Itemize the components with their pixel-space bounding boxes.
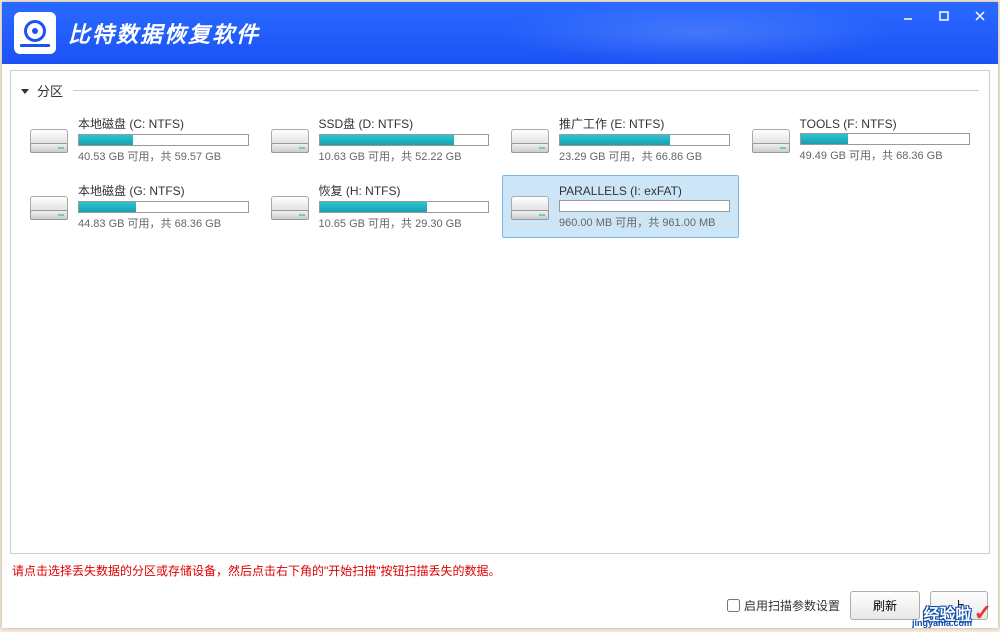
hint-text: 请点击选择丢失数据的分区或存储设备，然后点击右下角的"开始扫描"按钮扫描丢失的数… <box>12 562 501 579</box>
drive-status: 10.63 GB 可用，共 52.22 GB <box>319 148 490 164</box>
footer: 请点击选择丢失数据的分区或存储设备，然后点击右下角的"开始扫描"按钮扫描丢失的数… <box>2 558 998 587</box>
drives-grid: 本地磁盘 (C: NTFS) 40.53 GB 可用，共 59.57 GB SSD盘… <box>21 108 979 238</box>
drive-icon <box>271 125 311 155</box>
drive-item[interactable]: 本地磁盘 (G: NTFS) 44.83 GB 可用，共 68.36 GB <box>21 175 258 238</box>
section-header[interactable]: 分区 <box>21 81 979 100</box>
drive-usage-bar <box>78 201 249 213</box>
drive-label: TOOLS (F: NTFS) <box>800 117 971 131</box>
section-label: 分区 <box>37 81 63 100</box>
app-window: 比特数据恢复软件 分区 本地磁盘 (C: NTFS) 40.53 GB 可用，共 … <box>2 2 998 628</box>
drive-label: 恢复 (H: NTFS) <box>319 182 490 199</box>
refresh-button[interactable]: 刷新 <box>850 591 920 620</box>
drive-status: 10.65 GB 可用，共 29.30 GB <box>319 215 490 231</box>
drive-usage-bar <box>559 200 730 212</box>
drive-item[interactable]: SSD盘 (D: NTFS) 10.63 GB 可用，共 52.22 GB <box>262 108 499 171</box>
drive-status: 40.53 GB 可用，共 59.57 GB <box>78 148 249 164</box>
close-button[interactable] <box>962 2 998 30</box>
content-area: 分区 本地磁盘 (C: NTFS) 40.53 GB 可用，共 59.57 GB S… <box>10 70 990 554</box>
drive-icon <box>752 125 792 155</box>
drive-status: 49.49 GB 可用，共 68.36 GB <box>800 147 971 163</box>
drive-item[interactable]: 恢复 (H: NTFS) 10.65 GB 可用，共 29.30 GB <box>262 175 499 238</box>
drive-item[interactable]: TOOLS (F: NTFS) 49.49 GB 可用，共 68.36 GB <box>743 108 980 171</box>
section-divider <box>73 90 979 91</box>
footer-controls: 启用扫描参数设置 刷新 上 <box>2 587 998 628</box>
app-logo-icon <box>14 12 56 54</box>
drive-status: 44.83 GB 可用，共 68.36 GB <box>78 215 249 231</box>
checkbox-input[interactable] <box>727 599 740 612</box>
drive-label: SSD盘 (D: NTFS) <box>319 115 490 132</box>
drive-info: PARALLELS (I: exFAT) 960.00 MB 可用，共 961.0… <box>559 184 730 230</box>
drive-label: PARALLELS (I: exFAT) <box>559 184 730 198</box>
drive-info: TOOLS (F: NTFS) 49.49 GB 可用，共 68.36 GB <box>800 117 971 163</box>
drive-usage-bar <box>559 134 730 146</box>
collapse-triangle-icon <box>21 89 29 94</box>
window-controls <box>890 2 998 30</box>
drive-info: SSD盘 (D: NTFS) 10.63 GB 可用，共 52.22 GB <box>319 115 490 164</box>
drive-status: 960.00 MB 可用，共 961.00 MB <box>559 214 730 230</box>
drive-icon <box>271 192 311 222</box>
drive-label: 本地磁盘 (C: NTFS) <box>78 115 249 132</box>
drive-icon <box>511 125 551 155</box>
checkbox-label: 启用扫描参数设置 <box>744 597 840 614</box>
drive-item[interactable]: 本地磁盘 (C: NTFS) 40.53 GB 可用，共 59.57 GB <box>21 108 258 171</box>
drive-usage-bar <box>78 134 249 146</box>
app-title: 比特数据恢复软件 <box>68 17 260 49</box>
drive-label: 本地磁盘 (G: NTFS) <box>78 182 249 199</box>
drive-status: 23.29 GB 可用，共 66.86 GB <box>559 148 730 164</box>
drive-label: 推广工作 (E: NTFS) <box>559 115 730 132</box>
drive-icon <box>30 192 70 222</box>
drive-info: 推广工作 (E: NTFS) 23.29 GB 可用，共 66.86 GB <box>559 115 730 164</box>
drive-usage-bar <box>800 133 971 145</box>
drive-icon <box>30 125 70 155</box>
drive-usage-bar <box>319 201 490 213</box>
drive-icon <box>511 192 551 222</box>
titlebar: 比特数据恢复软件 <box>2 2 998 64</box>
maximize-button[interactable] <box>926 2 962 30</box>
minimize-button[interactable] <box>890 2 926 30</box>
drive-info: 本地磁盘 (C: NTFS) 40.53 GB 可用，共 59.57 GB <box>78 115 249 164</box>
drive-usage-bar <box>319 134 490 146</box>
drive-info: 本地磁盘 (G: NTFS) 44.83 GB 可用，共 68.36 GB <box>78 182 249 231</box>
drive-info: 恢复 (H: NTFS) 10.65 GB 可用，共 29.30 GB <box>319 182 490 231</box>
enable-scan-params-checkbox[interactable]: 启用扫描参数设置 <box>727 597 840 614</box>
scan-button[interactable]: 上 <box>930 591 988 620</box>
drive-item[interactable]: 推广工作 (E: NTFS) 23.29 GB 可用，共 66.86 GB <box>502 108 739 171</box>
drive-item[interactable]: PARALLELS (I: exFAT) 960.00 MB 可用，共 961.0… <box>502 175 739 238</box>
